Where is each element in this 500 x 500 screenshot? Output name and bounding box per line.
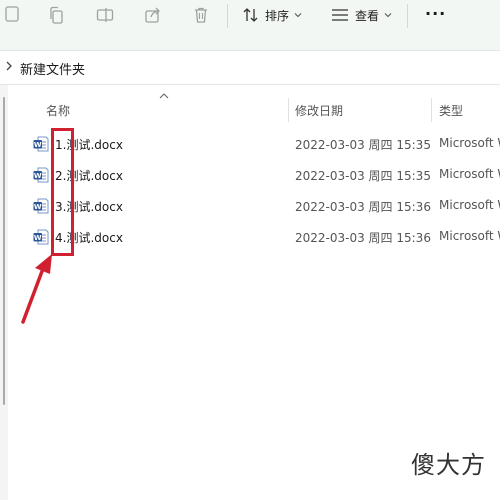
file-modified-date: 2022-03-03 周四 15:36 [295, 200, 431, 214]
rename-button[interactable] [92, 4, 118, 26]
sort-ascending-icon [159, 93, 169, 99]
rename-icon [96, 8, 114, 22]
file-modified-date: 2022-03-03 周四 15:35 [295, 169, 431, 183]
view-label: 查看 [355, 8, 380, 23]
delete-button[interactable] [188, 4, 214, 26]
watermark-text: 傻大方 [411, 451, 486, 479]
share-icon [145, 7, 160, 23]
file-row[interactable]: W 2.测试.docx 2022-03-03 周四 15:35 Microsof… [30, 161, 500, 189]
column-header-date[interactable]: 修改日期 [295, 96, 343, 124]
more-options-button[interactable]: ··· [425, 4, 446, 23]
column-divider[interactable] [431, 98, 432, 122]
view-icon [332, 9, 348, 21]
cut-icon [5, 6, 19, 22]
chevron-down-icon [384, 13, 392, 18]
word-document-icon: W [33, 198, 49, 214]
file-row[interactable]: W 1.测试.docx 2022-03-03 周四 15:35 Microsof… [30, 130, 500, 158]
column-header-name[interactable]: 名称 [46, 96, 70, 124]
share-button[interactable] [140, 4, 166, 26]
delete-icon [195, 7, 207, 23]
file-modified-date: 2022-03-03 周四 15:35 [295, 138, 431, 152]
annotation-arrow-icon [21, 254, 52, 324]
file-modified-date: 2022-03-03 周四 15:36 [295, 231, 431, 245]
svg-text:W: W [34, 203, 42, 211]
column-header-name-label: 名称 [46, 103, 71, 118]
toolbar-separator [227, 4, 228, 28]
file-type: Microsoft W [439, 167, 500, 181]
file-row[interactable]: W 4.测试.docx 2022-03-03 周四 15:36 Microsof… [30, 223, 500, 251]
word-document-icon: W [33, 167, 49, 183]
svg-text:W: W [34, 234, 42, 242]
cut-button[interactable] [0, 4, 26, 26]
address-bar[interactable]: 新建文件夹 [0, 51, 500, 85]
svg-text:W: W [34, 141, 42, 149]
sort-button[interactable]: 排序 [243, 4, 308, 26]
command-bar: 排序 查看 ··· [0, 0, 500, 51]
column-divider[interactable] [288, 98, 289, 122]
column-header-type[interactable]: 类型 [439, 96, 463, 124]
chevron-right-icon[interactable] [5, 60, 13, 72]
file-type: Microsoft W [439, 229, 500, 243]
file-row[interactable]: W 3.测试.docx 2022-03-03 周四 15:36 Microsof… [30, 192, 500, 220]
view-button[interactable]: 查看 [331, 4, 398, 26]
sort-icon [243, 8, 258, 22]
sort-label: 排序 [265, 8, 290, 23]
column-header-date-label: 修改日期 [295, 103, 344, 118]
file-type: Microsoft W [439, 136, 500, 150]
svg-text:W: W [34, 172, 42, 180]
annotation-highlight-box [51, 128, 74, 256]
toolbar-separator [407, 4, 408, 28]
breadcrumb-current-folder[interactable]: 新建文件夹 [20, 59, 85, 78]
copy-button[interactable] [43, 4, 69, 26]
copy-icon [50, 6, 63, 24]
chevron-down-icon [294, 13, 302, 18]
word-document-icon: W [33, 229, 49, 245]
file-type: Microsoft W [439, 198, 500, 212]
navigation-scrollbar[interactable] [3, 97, 5, 405]
word-document-icon: W [33, 136, 49, 152]
column-header-type-label: 类型 [439, 103, 464, 118]
